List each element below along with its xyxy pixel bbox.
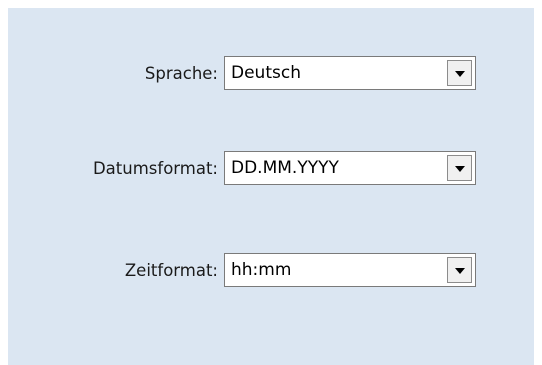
date-format-row: Datumsformat: DD.MM.YYYY [8,151,534,187]
language-value: Deutsch [231,63,301,83]
language-label: Sprache: [144,64,218,83]
time-format-label: Zeitformat: [124,261,218,280]
date-format-value: DD.MM.YYYY [231,158,339,178]
chevron-down-icon [455,268,465,274]
time-format-row: Zeitformat: hh:mm [8,253,534,289]
language-dropdown-button[interactable] [447,60,472,86]
language-select[interactable]: Deutsch [224,56,476,90]
time-format-dropdown-button[interactable] [447,257,472,283]
settings-panel: Sprache: Deutsch Datumsformat: DD.MM.YYY… [8,8,534,365]
time-format-select[interactable]: hh:mm [224,253,476,287]
date-format-select[interactable]: DD.MM.YYYY [224,151,476,185]
chevron-down-icon [455,166,465,172]
date-format-dropdown-button[interactable] [447,155,472,181]
time-format-value: hh:mm [231,260,292,280]
language-row: Sprache: Deutsch [8,56,534,92]
date-format-label: Datumsformat: [92,159,218,178]
chevron-down-icon [455,71,465,77]
